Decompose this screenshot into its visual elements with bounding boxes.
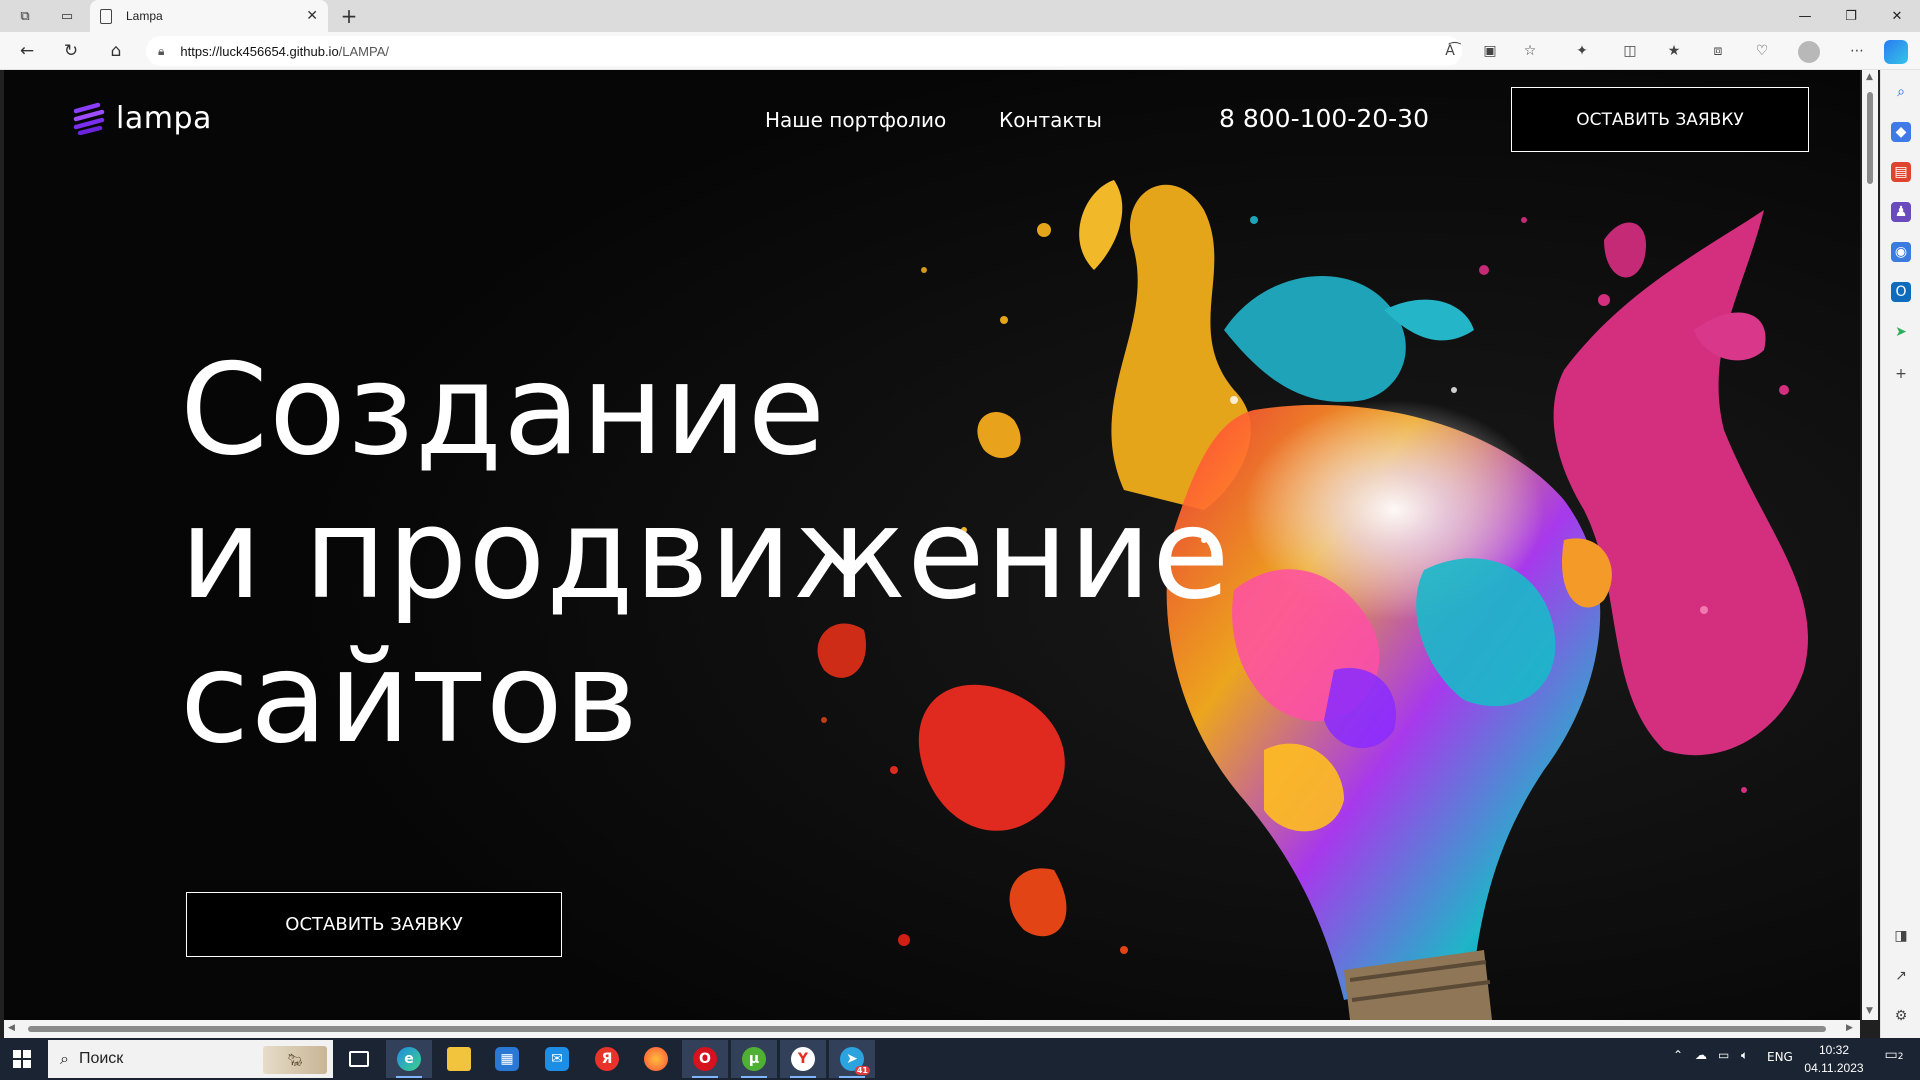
- drop-icon[interactable]: ➤: [1891, 322, 1911, 342]
- favorites-icon[interactable]: ★: [1662, 40, 1686, 62]
- home-button[interactable]: ⌂: [103, 39, 129, 63]
- immersive-reader-icon[interactable]: ▣: [1478, 40, 1502, 62]
- windows-taskbar: ⌕ Поиск 🐂︎ e ▦ ✉ Я O µ Y ➤ 41 ⌃ ☁ ▭ 🔈︎ E…: [0, 1038, 1920, 1080]
- mail-icon[interactable]: ✉: [534, 1040, 580, 1078]
- clock-time: 10:32: [1818, 1043, 1850, 1057]
- page-icon: [100, 8, 112, 24]
- external-link-icon[interactable]: ↗: [1891, 966, 1911, 986]
- address-input[interactable]: 🔒︎ https://luck456654.github.io/LAMPA/: [146, 36, 1462, 66]
- workspaces-icon[interactable]: ⧉: [14, 6, 36, 26]
- restore-button[interactable]: ❐: [1828, 0, 1874, 32]
- hero-title-line-1: Создание: [180, 336, 827, 483]
- scroll-up-icon[interactable]: ▲: [1866, 72, 1873, 82]
- system-clock[interactable]: 10:32 04.11.2023: [1796, 1041, 1872, 1077]
- search-icon: ⌕: [60, 1049, 69, 1068]
- browser-essentials-icon[interactable]: ♡: [1750, 40, 1774, 62]
- site-logo[interactable]: lampa: [72, 100, 212, 136]
- file-explorer-icon[interactable]: [436, 1040, 482, 1078]
- window-close-button[interactable]: ✕: [1874, 0, 1920, 32]
- extensions-icon[interactable]: ✦: [1570, 40, 1594, 62]
- office-icon[interactable]: ◉: [1891, 242, 1911, 262]
- lampa-logo-icon: [73, 102, 105, 135]
- clock-date: 04.11.2023: [1804, 1061, 1864, 1075]
- yandex-browser-icon[interactable]: Я: [584, 1040, 630, 1078]
- more-menu-icon[interactable]: ⋯: [1845, 40, 1869, 62]
- store-icon[interactable]: ▦: [484, 1040, 530, 1078]
- tab-lampa[interactable]: Lampa ✕: [90, 0, 328, 32]
- address-toolbar: ← ↻ ⌂ 🔒︎ https://luck456654.github.io/LA…: [0, 32, 1920, 70]
- opera-icon[interactable]: O: [682, 1040, 728, 1078]
- tab-title: Lampa: [126, 9, 163, 23]
- read-aloud-icon[interactable]: A͡: [1438, 40, 1462, 62]
- page-viewport: lampa Наше портфолио Контакты 8 800-100-…: [4, 70, 1860, 1020]
- header-request-button[interactable]: ОСТАВИТЬ ЗАЯВКУ: [1511, 87, 1809, 152]
- edge-taskbar-icon[interactable]: e: [386, 1040, 432, 1078]
- profile-avatar[interactable]: [1798, 41, 1820, 63]
- tray-chevron-icon[interactable]: ⌃: [1673, 1048, 1683, 1062]
- minimize-button[interactable]: —: [1782, 0, 1828, 32]
- notification-center-icon[interactable]: ▭2: [1882, 1047, 1906, 1071]
- utorrent-icon[interactable]: µ: [731, 1040, 777, 1078]
- gear-icon[interactable]: ⚙: [1891, 1006, 1911, 1026]
- browser-tab-bar: ⧉ ▭ Lampa ✕ + — ❐ ✕: [0, 0, 1920, 32]
- new-tab-button[interactable]: +: [337, 4, 361, 28]
- firefox-icon[interactable]: [633, 1040, 679, 1078]
- search-placeholder: Поиск: [78, 1050, 124, 1067]
- hero-title-line-2: и продвижение: [180, 480, 1231, 627]
- phone-number[interactable]: 8 800-100-20-30: [1219, 104, 1429, 133]
- language-indicator[interactable]: ENG: [1767, 1050, 1793, 1064]
- yandex-icon[interactable]: Y: [780, 1040, 826, 1078]
- horizontal-scroll-thumb[interactable]: [28, 1026, 1826, 1032]
- telegram-icon[interactable]: ➤ 41: [829, 1040, 875, 1078]
- nav-contacts-link[interactable]: Контакты: [999, 108, 1102, 132]
- scroll-down-icon[interactable]: ▼: [1866, 1006, 1873, 1016]
- tab-actions-icon[interactable]: ▭: [56, 6, 78, 26]
- scroll-right-icon[interactable]: ▶: [1846, 1023, 1853, 1033]
- close-icon[interactable]: ✕: [306, 8, 318, 24]
- logo-text: lampa: [116, 100, 212, 136]
- search-highlight-image: 🐂︎: [263, 1046, 327, 1074]
- favorite-star-icon[interactable]: ☆: [1518, 40, 1542, 62]
- url-text: https://luck456654.github.io/LAMPA/: [180, 43, 390, 59]
- vertical-scroll-thumb[interactable]: [1867, 92, 1873, 184]
- tools-icon[interactable]: ▤: [1891, 162, 1911, 182]
- nav-portfolio-link[interactable]: Наше портфолио: [765, 108, 946, 132]
- volume-icon[interactable]: 🔈︎: [1741, 1048, 1748, 1063]
- copilot-icon[interactable]: [1884, 40, 1908, 64]
- task-view-icon[interactable]: [336, 1040, 382, 1078]
- hero-title-line-3: сайтов: [180, 624, 640, 771]
- hero-request-button[interactable]: ОСТАВИТЬ ЗАЯВКУ: [186, 892, 562, 957]
- outlook-icon[interactable]: O: [1891, 282, 1911, 302]
- taskbar-search-input[interactable]: ⌕ Поиск 🐂︎: [48, 1040, 333, 1078]
- notification-count: 2: [1897, 1052, 1904, 1062]
- shopping-tag-icon[interactable]: ◆: [1891, 122, 1911, 142]
- split-screen-icon[interactable]: ◫: [1618, 40, 1642, 62]
- add-icon[interactable]: +: [1891, 364, 1911, 384]
- refresh-button[interactable]: ↻: [58, 39, 84, 63]
- scroll-left-icon[interactable]: ◀: [8, 1023, 15, 1033]
- vertical-scrollbar[interactable]: ▲ ▼: [1862, 70, 1878, 1020]
- back-button[interactable]: ←: [14, 39, 40, 63]
- edge-sidebar: ⌕ ◆ ▤ ♟ ◉ O ➤ + ◨ ↗ ⚙: [1880, 70, 1920, 1038]
- search-icon[interactable]: ⌕: [1891, 82, 1911, 102]
- onedrive-icon[interactable]: ☁: [1695, 1048, 1707, 1062]
- network-icon[interactable]: ▭: [1718, 1048, 1729, 1062]
- games-icon[interactable]: ♟: [1891, 202, 1911, 222]
- sidebar-toggle-icon[interactable]: ◨: [1891, 926, 1911, 946]
- horizontal-scrollbar[interactable]: ◀ ▶: [4, 1020, 1860, 1038]
- hero-title: Создание и продвижение сайтов: [180, 338, 1230, 770]
- collections-icon[interactable]: ⧈: [1706, 40, 1730, 62]
- lock-icon[interactable]: 🔒︎: [158, 44, 164, 59]
- windows-start-button[interactable]: [13, 1050, 31, 1068]
- telegram-badge: 41: [854, 1066, 870, 1075]
